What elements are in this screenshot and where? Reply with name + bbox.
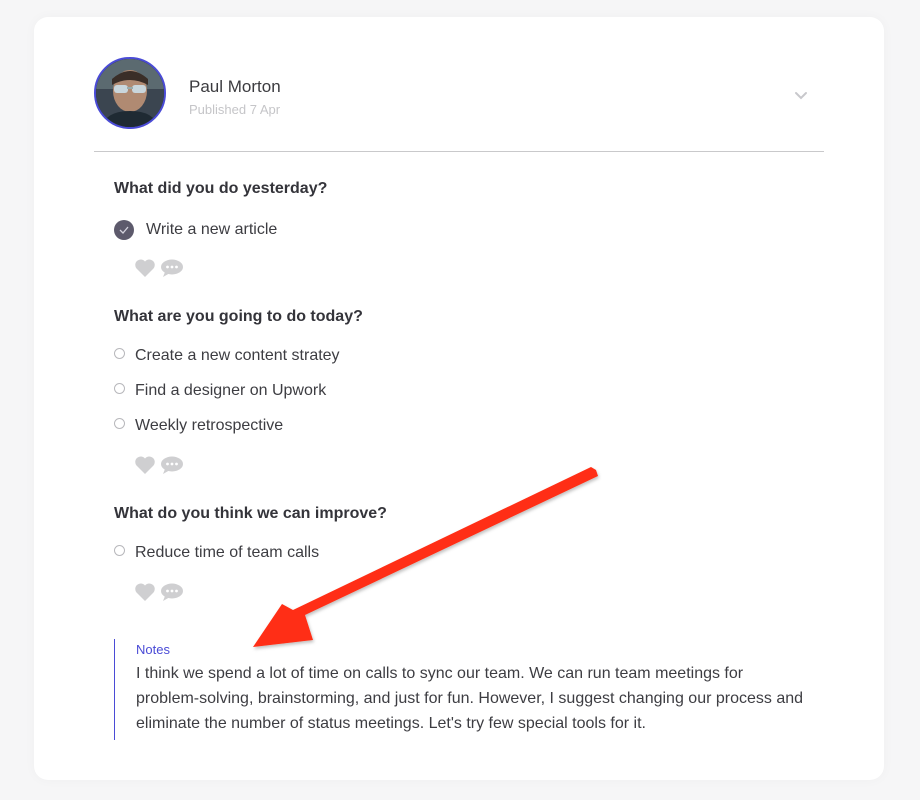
task-label: Reduce time of team calls	[135, 544, 320, 561]
heart-icon[interactable]	[134, 258, 156, 278]
reactions-bar	[134, 258, 184, 278]
task-label: Create a new content stratey	[135, 347, 340, 364]
task-item: Weekly retrospective	[114, 417, 283, 435]
unchecked-checkbox[interactable]	[114, 544, 125, 556]
task-label: Write a new article	[146, 221, 278, 238]
comment-icon[interactable]	[160, 455, 184, 475]
author-name: Paul Morton	[189, 77, 281, 96]
task-item: Reduce time of team calls	[114, 544, 319, 562]
section-title-improve: What do you think we can improve?	[114, 505, 387, 522]
notes-label: Notes	[136, 642, 170, 657]
heart-icon[interactable]	[134, 455, 156, 475]
header-divider	[94, 151, 824, 152]
checkmark-icon	[119, 226, 129, 234]
chevron-down-icon[interactable]	[792, 87, 810, 105]
reactions-bar	[134, 582, 184, 602]
task-item: Write a new article	[114, 220, 277, 240]
checked-checkbox[interactable]	[114, 220, 134, 240]
avatar-photo	[96, 59, 164, 127]
standup-post-card: Paul Morton Published 7 Apr What did you…	[34, 17, 884, 780]
published-date: Published 7 Apr	[189, 102, 281, 117]
heart-icon[interactable]	[134, 582, 156, 602]
task-item: Find a designer on Upwork	[114, 382, 326, 400]
section-title-yesterday: What did you do yesterday?	[114, 180, 328, 197]
section-title-today: What are you going to do today?	[114, 308, 363, 325]
unchecked-checkbox[interactable]	[114, 347, 125, 359]
post-header: Paul Morton Published 7 Apr	[94, 57, 824, 152]
comment-icon[interactable]	[160, 582, 184, 602]
comment-icon[interactable]	[160, 258, 184, 278]
task-item: Create a new content stratey	[114, 347, 340, 365]
task-label: Find a designer on Upwork	[135, 382, 327, 399]
unchecked-checkbox[interactable]	[114, 417, 125, 429]
task-label: Weekly retrospective	[135, 417, 284, 434]
avatar[interactable]	[94, 57, 166, 129]
unchecked-checkbox[interactable]	[114, 382, 125, 394]
reactions-bar	[134, 455, 184, 475]
notes-text: I think we spend a lot of time on calls …	[136, 665, 804, 732]
notes-block: Notes I think we spend a lot of time on …	[114, 639, 804, 740]
